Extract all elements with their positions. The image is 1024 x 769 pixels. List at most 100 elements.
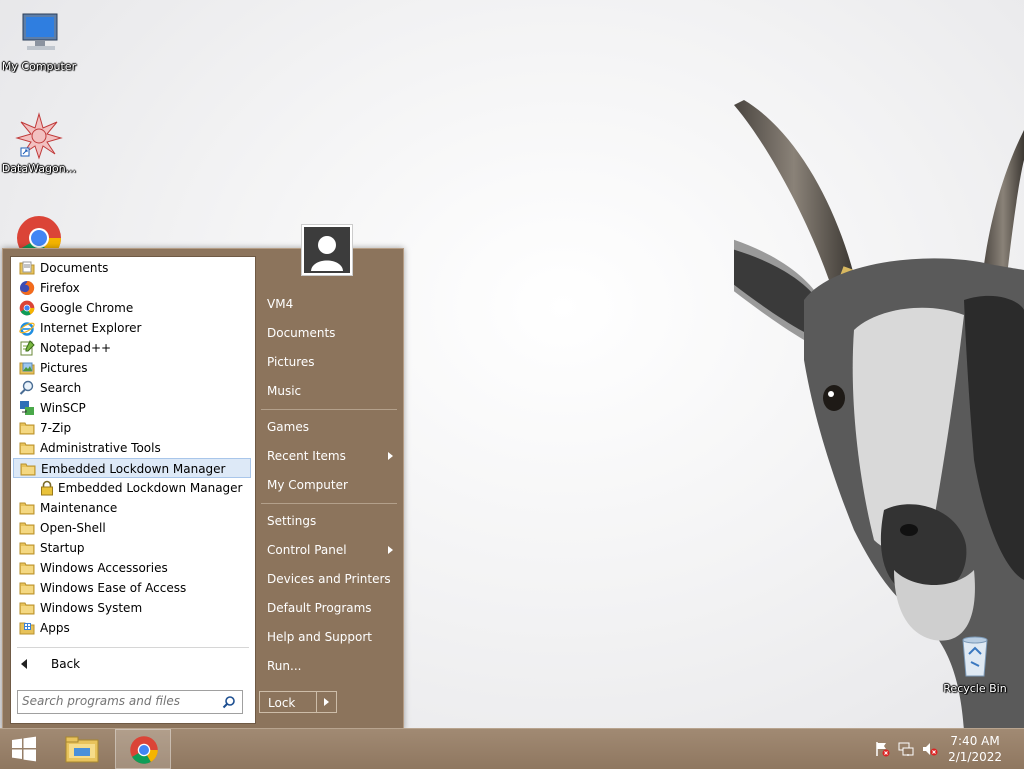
taskbar: 7:40 AM 2/1/2022 xyxy=(0,728,1024,769)
desktop-icon-datawagon[interactable]: DataWagon... xyxy=(0,112,78,175)
program-item-label: Embedded Lockdown Manager xyxy=(41,462,226,476)
program-item-label: Firefox xyxy=(40,281,80,295)
search-input[interactable] xyxy=(22,691,212,711)
winscp-icon xyxy=(19,400,35,416)
folder-icon xyxy=(19,580,35,596)
search-icon xyxy=(19,380,35,396)
lock-icon xyxy=(39,480,55,496)
taskbar-file-explorer[interactable] xyxy=(54,729,110,769)
start-link-label: Documents xyxy=(267,326,336,340)
program-item-startup[interactable]: Startup xyxy=(13,538,251,558)
chrome-icon xyxy=(130,736,158,764)
user-avatar[interactable] xyxy=(301,224,353,276)
program-item-windows-system[interactable]: Windows System xyxy=(13,598,251,618)
ie-icon xyxy=(19,320,35,336)
program-item-embedded-lockdown-manager[interactable]: Embedded Lockdown Manager xyxy=(13,458,251,478)
start-link-pictures[interactable]: Pictures xyxy=(261,349,399,375)
datawagon-icon xyxy=(15,112,63,160)
submenu-arrow-icon xyxy=(388,452,393,460)
computer-icon xyxy=(15,10,63,58)
folder-pictures-icon xyxy=(19,360,35,376)
action-center-flag-icon[interactable] xyxy=(874,741,890,757)
desktop-icon-label: My Computer xyxy=(1,60,77,73)
program-item-windows-ease-of-access[interactable]: Windows Ease of Access xyxy=(13,578,251,598)
program-item-search[interactable]: Search xyxy=(13,378,251,398)
back-label: Back xyxy=(51,657,81,671)
firefox-icon xyxy=(19,280,35,296)
program-item-documents[interactable]: Documents xyxy=(13,258,251,278)
start-link-recent-items[interactable]: Recent Items xyxy=(261,443,399,469)
program-item-label: Open-Shell xyxy=(40,521,106,535)
clock-date: 2/1/2022 xyxy=(948,750,1002,764)
chrome-icon xyxy=(19,300,35,316)
desktop-icon-recycle-bin[interactable]: Recycle Bin xyxy=(936,632,1014,695)
recycle-bin-icon xyxy=(951,632,999,680)
search-box[interactable] xyxy=(17,690,243,714)
start-link-label: VM4 xyxy=(267,297,294,311)
lock-button[interactable]: Lock xyxy=(259,691,317,713)
start-link-music[interactable]: Music xyxy=(261,378,399,404)
start-link-label: Run... xyxy=(267,659,302,673)
start-link-label: My Computer xyxy=(267,478,348,492)
program-item-label: Administrative Tools xyxy=(40,441,161,455)
program-item-windows-accessories[interactable]: Windows Accessories xyxy=(13,558,251,578)
back-arrow-icon xyxy=(21,659,27,669)
program-item-google-chrome[interactable]: Google Chrome xyxy=(13,298,251,318)
program-item-firefox[interactable]: Firefox xyxy=(13,278,251,298)
program-item-label: Search xyxy=(40,381,82,395)
start-link-label: Help and Support xyxy=(267,630,372,644)
power-options-arrow[interactable] xyxy=(316,691,337,713)
start-link-label: Devices and Printers xyxy=(267,572,391,586)
program-item-label: 7-Zip xyxy=(40,421,72,435)
start-menu: Documents Firefox Google Chrome Internet Ex… xyxy=(2,224,404,730)
program-item-internet-explorer[interactable]: Internet Explorer xyxy=(13,318,251,338)
clock-time: 7:40 AM xyxy=(950,734,1000,748)
network-icon[interactable] xyxy=(898,741,914,757)
apps-icon xyxy=(19,620,35,636)
program-item-apps[interactable]: Apps xyxy=(13,618,251,638)
desktop-icon-label: Recycle Bin xyxy=(943,682,1007,695)
start-link-my-computer[interactable]: My Computer xyxy=(261,472,399,498)
folder-icon xyxy=(19,540,35,556)
start-link-label: Music xyxy=(267,384,302,398)
program-item-embedded-lockdown-manager[interactable]: Embedded Lockdown Manager xyxy=(13,478,251,498)
volume-muted-icon[interactable] xyxy=(922,741,938,757)
program-item-label: Internet Explorer xyxy=(40,321,142,335)
program-item-maintenance[interactable]: Maintenance xyxy=(13,498,251,518)
start-link-control-panel[interactable]: Control Panel xyxy=(261,537,399,563)
divider xyxy=(261,409,397,410)
program-item-label: Notepad++ xyxy=(40,341,112,355)
folder-icon xyxy=(19,560,35,576)
start-link-vm4[interactable]: VM4 xyxy=(261,291,399,317)
start-link-help-and-support[interactable]: Help and Support xyxy=(261,624,399,650)
start-link-settings[interactable]: Settings xyxy=(261,508,399,534)
start-link-label: Control Panel xyxy=(267,543,347,557)
taskbar-chrome[interactable] xyxy=(115,729,171,769)
windows-logo-icon xyxy=(12,736,36,762)
system-clock[interactable]: 7:40 AM 2/1/2022 xyxy=(948,733,1002,765)
start-button[interactable] xyxy=(0,729,48,769)
file-explorer-icon xyxy=(65,736,99,763)
start-link-games[interactable]: Games xyxy=(261,414,399,440)
program-item-label: Startup xyxy=(40,541,85,555)
program-item-label: Documents xyxy=(40,261,109,275)
program-item-winscp[interactable]: WinSCP xyxy=(13,398,251,418)
desktop-icon-my-computer[interactable]: My Computer xyxy=(0,10,78,73)
folder-icon xyxy=(19,500,35,516)
user-icon xyxy=(304,227,350,273)
start-link-label: Games xyxy=(267,420,309,434)
program-item-pictures[interactable]: Pictures xyxy=(13,358,251,378)
program-item-notepad[interactable]: Notepad++ xyxy=(13,338,251,358)
program-item-administrative-tools[interactable]: Administrative Tools xyxy=(13,438,251,458)
program-item-label: Windows System xyxy=(40,601,143,615)
search-icon[interactable] xyxy=(222,695,236,709)
start-link-label: Pictures xyxy=(267,355,315,369)
folder-doc-icon xyxy=(19,260,35,276)
program-item-open-shell[interactable]: Open-Shell xyxy=(13,518,251,538)
start-link-default-programs[interactable]: Default Programs xyxy=(261,595,399,621)
start-link-run[interactable]: Run... xyxy=(261,653,399,679)
back-button[interactable]: Back xyxy=(13,653,251,675)
program-item-7-zip[interactable]: 7-Zip xyxy=(13,418,251,438)
start-link-documents[interactable]: Documents xyxy=(261,320,399,346)
start-link-devices-and-printers[interactable]: Devices and Printers xyxy=(261,566,399,592)
